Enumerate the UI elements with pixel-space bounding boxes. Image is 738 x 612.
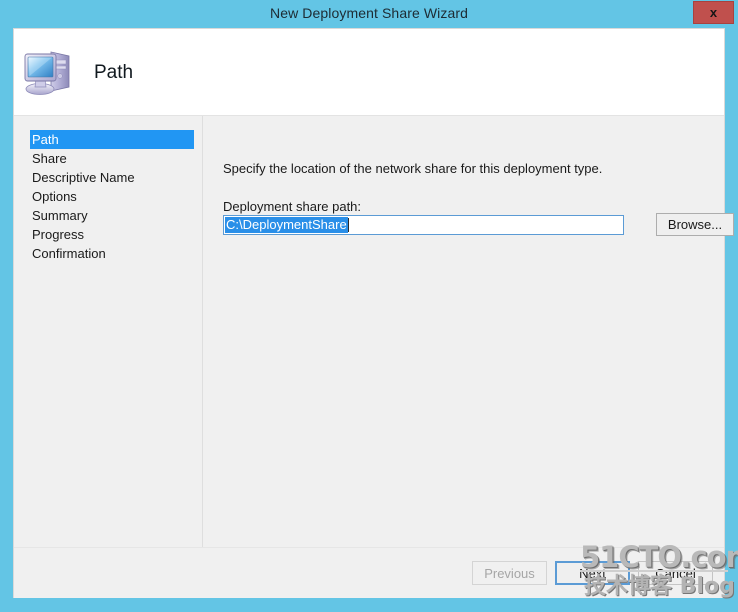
dialog-header: Path — [14, 29, 724, 115]
sidebar-item-share[interactable]: Share — [30, 149, 193, 168]
sidebar-item-options[interactable]: Options — [30, 187, 193, 206]
dialog-body: Path Share Descriptive Name Options Summ… — [14, 115, 734, 548]
dialog-footer: Previous Next Cancel — [14, 547, 724, 598]
browse-button[interactable]: Browse... — [656, 213, 734, 236]
instruction-text: Specify the location of the network shar… — [223, 161, 603, 176]
deployment-share-path-label: Deployment share path: — [223, 199, 362, 214]
close-icon[interactable]: x — [693, 1, 734, 24]
sidebar-item-confirmation[interactable]: Confirmation — [30, 244, 193, 263]
title-bar: New Deployment Share Wizard x — [0, 0, 738, 26]
previous-button[interactable]: Previous — [472, 561, 547, 585]
sidebar-item-summary[interactable]: Summary — [30, 206, 193, 225]
computer-monitor-icon — [22, 43, 80, 99]
next-button[interactable]: Next — [555, 561, 630, 585]
wizard-step-nav: Path Share Descriptive Name Options Summ… — [14, 116, 203, 548]
sidebar-item-path[interactable]: Path — [30, 130, 194, 149]
sidebar-item-descriptive-name[interactable]: Descriptive Name — [30, 168, 193, 187]
sidebar-item-progress[interactable]: Progress — [30, 225, 193, 244]
window-title: New Deployment Share Wizard — [270, 5, 468, 21]
cancel-button[interactable]: Cancel — [638, 561, 713, 585]
dialog-panel: Path Path Share Descriptive Name Options… — [13, 28, 734, 598]
page-title: Path — [94, 62, 134, 83]
wizard-window: New Deployment Share Wizard x Path Path … — [0, 0, 738, 612]
deployment-share-path-value: C:\DeploymentShare — [225, 217, 348, 233]
text-caret — [347, 218, 349, 232]
deployment-share-path-input[interactable]: C:\DeploymentShare — [223, 215, 624, 235]
wizard-content: Specify the location of the network shar… — [204, 116, 734, 548]
